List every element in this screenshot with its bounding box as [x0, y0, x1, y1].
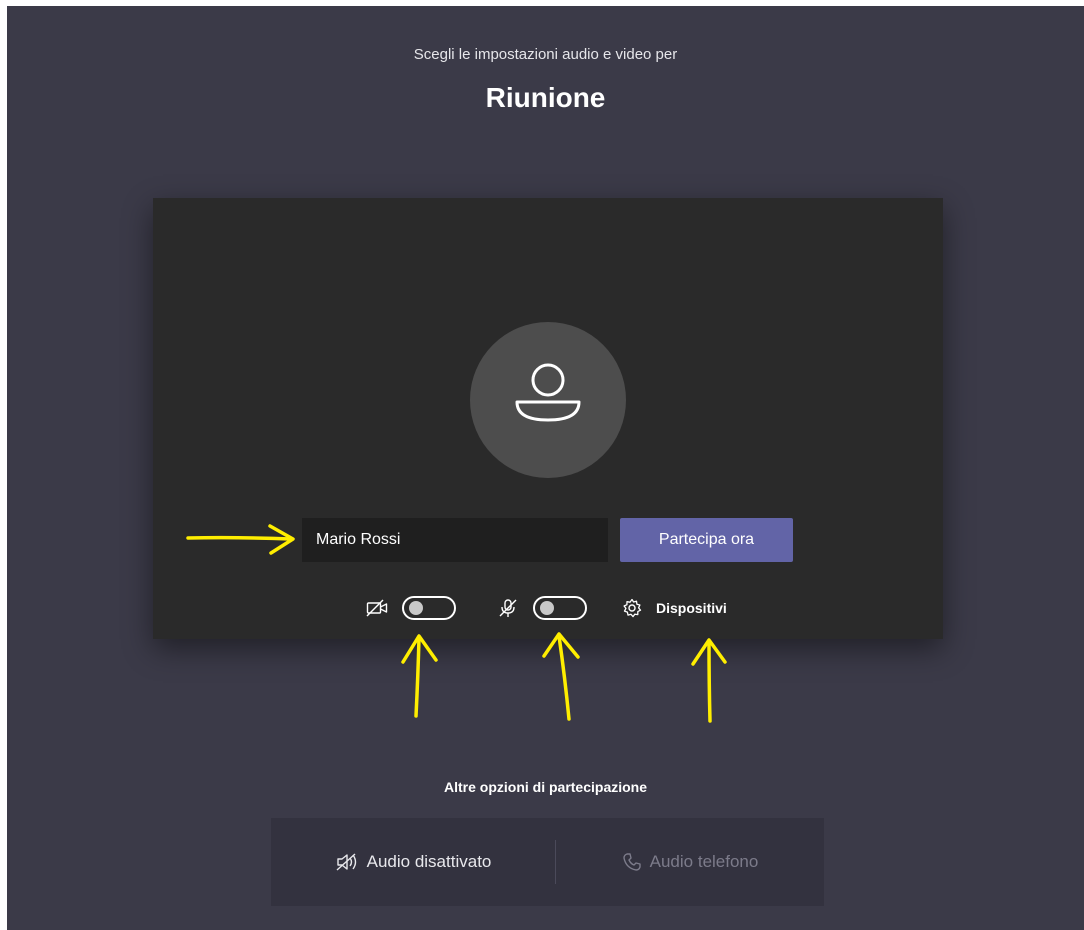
arrow-to-mic-toggle: [542, 632, 580, 721]
audio-off-label: Audio disattivato: [366, 852, 492, 871]
mic-toggle-knob: [540, 601, 554, 615]
phone-icon: [622, 852, 642, 872]
prejoin-subtitle: Scegli le impostazioni audio e video per: [413, 46, 678, 63]
meeting-prejoin-screen: Scegli le impostazioni audio e video per…: [7, 6, 1084, 930]
more-options-title: Altre opzioni di partecipazione: [443, 779, 648, 795]
arrow-to-camera-toggle: [401, 634, 438, 718]
avatar: [470, 322, 626, 478]
devices-button[interactable]: Dispositivi: [656, 600, 727, 616]
mic-off-icon: [498, 598, 518, 623]
name-input[interactable]: [302, 518, 608, 562]
phone-audio-label: Audio telefono: [649, 852, 759, 871]
video-preview-panel: Partecipa ora: [153, 198, 943, 639]
mic-toggle[interactable]: [533, 596, 587, 620]
speaker-off-icon: [335, 852, 359, 872]
audio-off-option[interactable]: Audio disattivato: [271, 818, 555, 906]
gear-icon[interactable]: [622, 598, 642, 623]
phone-audio-option[interactable]: Audio telefono: [556, 818, 824, 906]
camera-toggle-knob: [409, 601, 423, 615]
camera-off-icon: [366, 599, 388, 622]
arrow-to-devices-button: [691, 638, 727, 723]
join-now-button[interactable]: Partecipa ora: [620, 518, 793, 562]
person-icon: [515, 363, 581, 422]
camera-toggle[interactable]: [402, 596, 456, 620]
join-options-bar: Audio disattivato Audio telefono: [271, 818, 824, 906]
meeting-title: Riunione: [485, 82, 606, 113]
